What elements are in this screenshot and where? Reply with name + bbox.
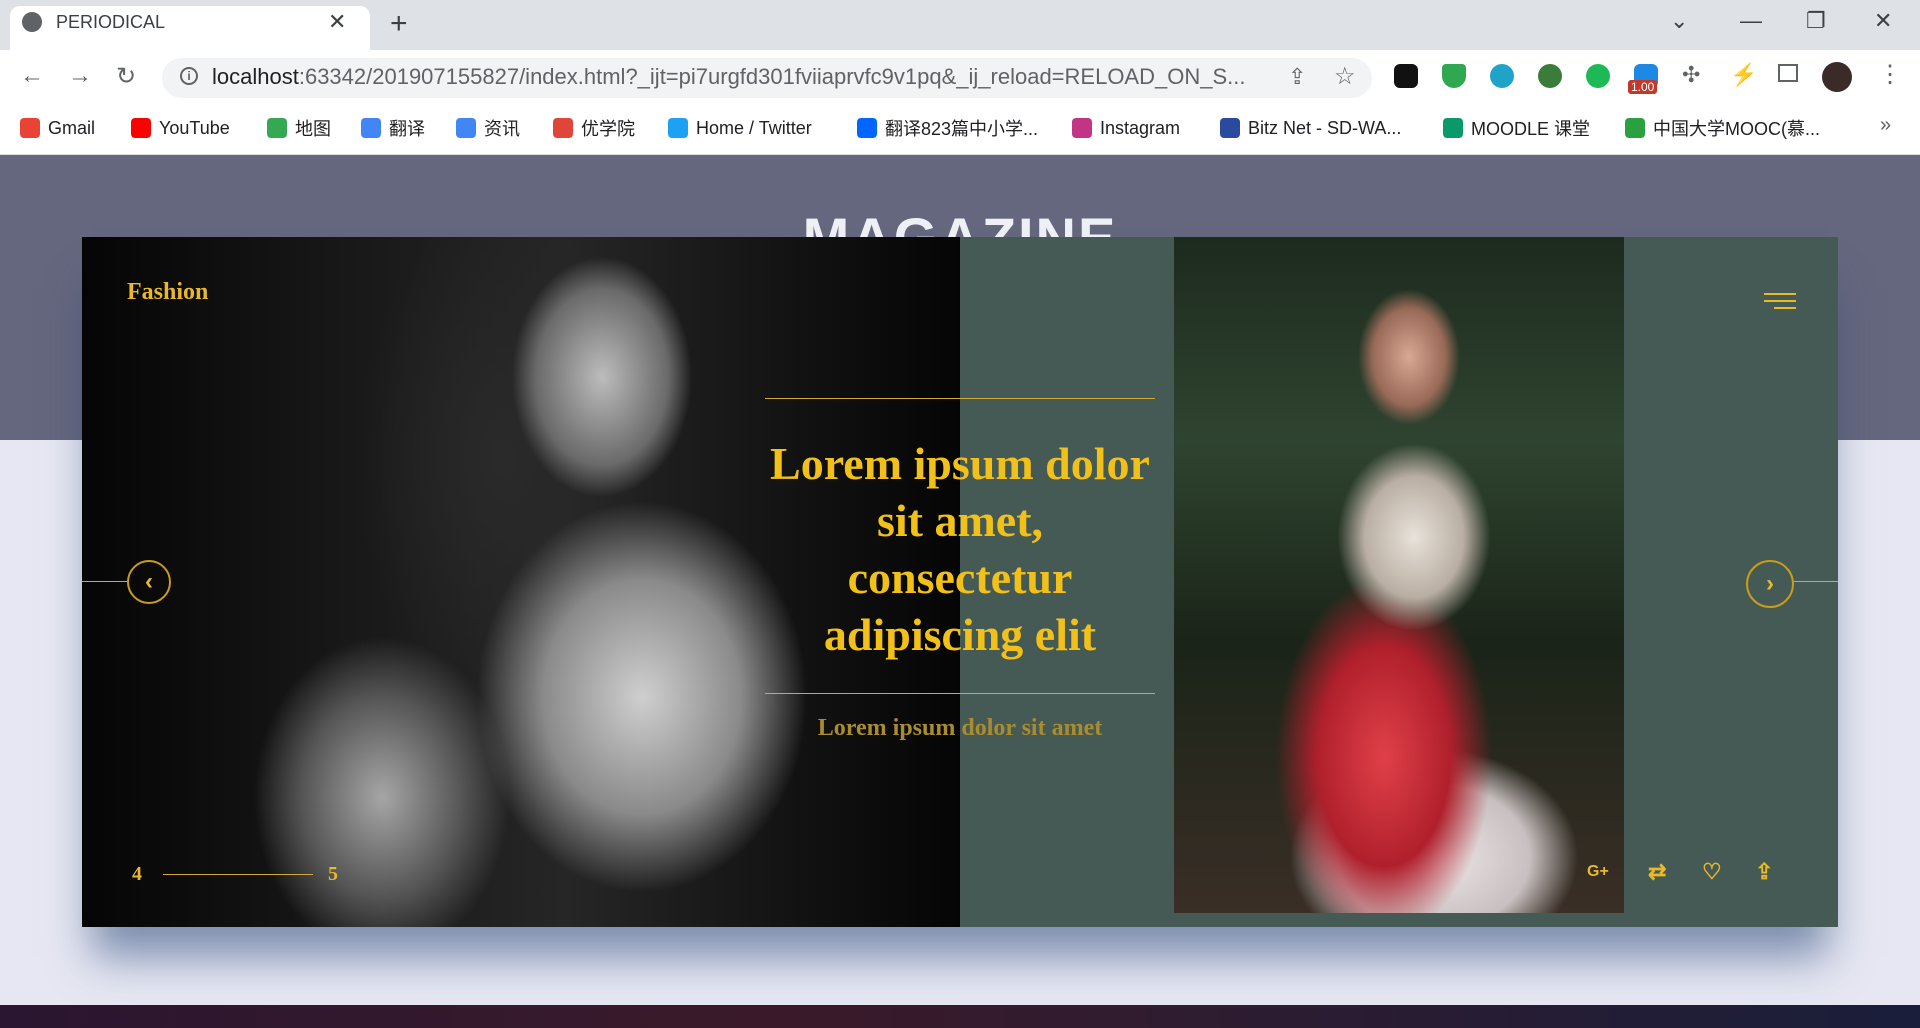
minimize-icon[interactable]: — — [1740, 8, 1762, 34]
prev-slide-button[interactable]: ‹ — [127, 560, 171, 604]
slide-photo-right — [1174, 237, 1624, 913]
ulearning-icon — [553, 118, 573, 138]
tab-search-icon[interactable]: ⌄ — [1670, 8, 1688, 34]
bookmarks-overflow-button[interactable]: » — [1880, 114, 1891, 137]
news-icon — [456, 118, 476, 138]
repost-icon[interactable]: ⇄ — [1648, 859, 1666, 885]
maps-icon — [267, 118, 287, 138]
window-close-icon[interactable]: ✕ — [1874, 8, 1892, 34]
avatar[interactable] — [1822, 62, 1852, 92]
youtube-icon — [131, 118, 151, 138]
next-line — [1794, 581, 1838, 582]
chevron-right-icon: › — [1766, 570, 1774, 597]
bookmark-label: Home / Twitter — [696, 117, 812, 138]
bookmark-label: YouTube — [159, 117, 230, 138]
bookmark-label: 资讯 — [484, 119, 520, 139]
bookmark-label: 中国大学MOOC(慕... — [1653, 119, 1820, 139]
bookmark-item[interactable]: Gmail — [20, 116, 95, 140]
bookmark-label: 翻译 — [389, 119, 425, 139]
moodle-icon — [1443, 118, 1463, 138]
tab-title: PERIODICAL — [56, 12, 166, 32]
side-panel-icon[interactable] — [1778, 64, 1798, 82]
bookmark-item[interactable]: YouTube — [131, 116, 230, 140]
google-plus-icon[interactable]: G+ — [1587, 863, 1609, 881]
magazine-slider: Fashion Lorem ipsum dolor sit amet, cons… — [82, 237, 1838, 927]
bookmark-item[interactable]: 翻译 — [361, 116, 425, 140]
slide-counter-current: 4 — [132, 863, 142, 885]
slide-counter-progress — [163, 874, 313, 875]
globe-icon — [22, 12, 42, 32]
bookmark-label: MOODLE 课堂 — [1471, 119, 1591, 139]
share-page-icon[interactable]: ⇪ — [1288, 64, 1306, 90]
new-tab-button[interactable]: + — [390, 7, 408, 41]
slide-headline: Lorem ipsum dolor sit amet, consectetur … — [770, 438, 1150, 660]
bookmark-star-icon[interactable]: ☆ — [1334, 62, 1356, 91]
bookmark-item[interactable]: MOODLE 课堂 — [1443, 116, 1590, 140]
bookmark-label: 优学院 — [581, 119, 635, 139]
prev-line — [82, 581, 127, 582]
bookmark-item[interactable]: 中国大学MOOC(慕... — [1625, 116, 1820, 140]
bookmark-label: Instagram — [1100, 117, 1181, 138]
headline-divider-top — [765, 398, 1155, 399]
bookmark-label: Bitz Net - SD-WA... — [1248, 117, 1402, 138]
zhihu-icon — [857, 118, 877, 138]
extension-badge: 1.00 — [1628, 80, 1658, 94]
translate-icon — [361, 118, 381, 138]
next-slide-button[interactable]: › — [1746, 560, 1794, 608]
headline-divider-bottom — [765, 693, 1155, 694]
extension-icon[interactable] — [1538, 64, 1562, 88]
extension-icon[interactable] — [1586, 64, 1610, 88]
bookmark-label: 翻译823篇中小学... — [885, 119, 1039, 139]
instagram-icon — [1072, 118, 1092, 138]
site-info-icon[interactable]: i — [180, 67, 198, 85]
gmail-icon — [20, 118, 40, 138]
more-menu-icon[interactable]: ⋮ — [1878, 60, 1902, 89]
bookmark-item[interactable]: 翻译823篇中小学... — [857, 116, 1038, 140]
puzzle-icon[interactable]: ✣ — [1682, 62, 1700, 88]
bookmark-label: Gmail — [48, 117, 96, 138]
twitter-icon — [668, 118, 688, 138]
brand-logo[interactable]: Fashion — [127, 279, 208, 306]
bookmark-item[interactable]: 地图 — [267, 116, 331, 140]
reload-icon[interactable]: ↻ — [116, 62, 136, 91]
chevron-left-icon: ‹ — [145, 568, 153, 595]
bitz-icon — [1220, 118, 1240, 138]
slide-counter-total: 5 — [328, 863, 338, 885]
os-taskbar — [0, 1005, 1920, 1028]
back-icon[interactable]: ← — [20, 62, 44, 90]
url-path: :63342/201907155827/index.html?_ijt=pi7u… — [298, 64, 1246, 89]
extension-icon[interactable] — [1394, 64, 1418, 88]
share-icon[interactable]: ⇪ — [1755, 859, 1773, 885]
bookmark-label: 地图 — [295, 119, 331, 139]
forward-icon[interactable]: → — [68, 62, 92, 90]
close-tab-icon[interactable]: ✕ — [328, 9, 346, 35]
heart-icon[interactable]: ♡ — [1702, 859, 1722, 885]
bookmark-item[interactable]: Bitz Net - SD-WA... — [1220, 116, 1401, 140]
bookmark-item[interactable]: 资讯 — [456, 116, 520, 140]
url-host: localhost — [212, 64, 299, 89]
bookmark-item[interactable]: Instagram — [1072, 116, 1180, 140]
bookmark-item[interactable]: 优学院 — [553, 116, 635, 140]
extension-icon[interactable] — [1490, 64, 1514, 88]
bookmark-item[interactable]: Home / Twitter — [668, 116, 812, 140]
hamburger-menu-icon[interactable] — [1764, 293, 1796, 311]
slide-subtitle: Lorem ipsum dolor sit amet — [817, 715, 1103, 741]
shield-extension-icon[interactable] — [1442, 64, 1466, 88]
lightning-icon[interactable]: ⚡ — [1730, 62, 1757, 88]
url-text[interactable]: localhost:63342/201907155827/index.html?… — [212, 64, 1272, 90]
restore-icon[interactable]: ❐ — [1806, 8, 1826, 34]
mooc-icon — [1625, 118, 1645, 138]
